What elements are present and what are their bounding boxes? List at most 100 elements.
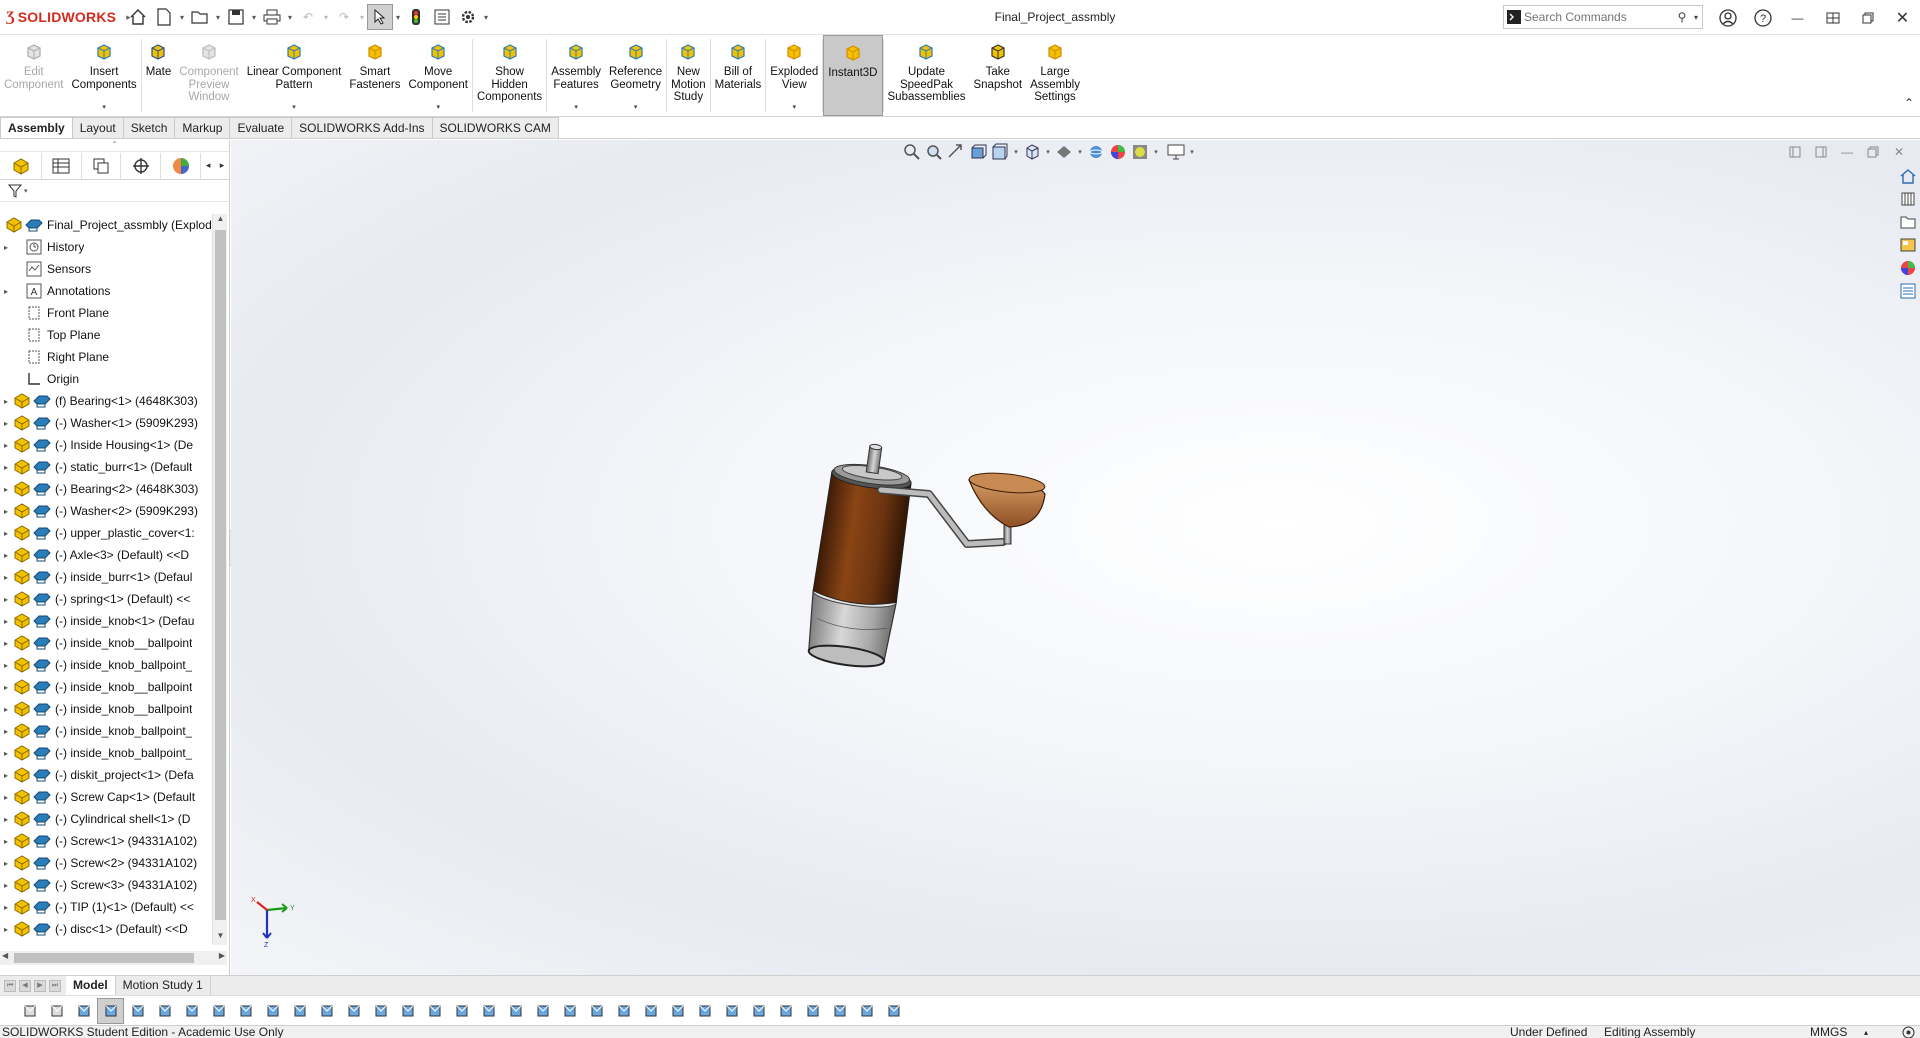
- expand-arrow-icon[interactable]: ▸: [0, 507, 12, 516]
- rebuild-icon[interactable]: [403, 4, 429, 30]
- chevron-down-icon[interactable]: ▾: [605, 102, 666, 115]
- bill-of-materials-button[interactable]: Bill of Materials: [711, 35, 766, 116]
- expand-arrow-icon[interactable]: ▸: [0, 639, 12, 648]
- hide-show-items-icon[interactable]: [1085, 141, 1107, 163]
- scroll-thumb[interactable]: [215, 230, 226, 920]
- chevron-down-icon[interactable]: ▾: [1187, 148, 1197, 156]
- dimxpert-manager-tab-icon[interactable]: [121, 152, 162, 179]
- tree-item[interactable]: Origin: [0, 368, 212, 390]
- tab-layout[interactable]: Layout: [71, 117, 124, 138]
- edit-component-button[interactable]: Edit Component: [0, 35, 67, 116]
- zoom-to-area-icon[interactable]: [923, 141, 945, 163]
- expand-arrow-icon[interactable]: ▸: [0, 727, 12, 736]
- filter-planes-icon[interactable]: [313, 998, 340, 1024]
- tree-item[interactable]: ▸ (-) Inside Housing<1> (De: [0, 434, 212, 456]
- help-icon[interactable]: ?: [1745, 0, 1780, 35]
- tab-sketch[interactable]: Sketch: [122, 117, 176, 138]
- select-dropdown-icon[interactable]: [124, 998, 151, 1024]
- filter-welds-icon[interactable]: [826, 998, 853, 1024]
- filter-vertices-icon[interactable]: [151, 998, 178, 1024]
- chevron-up-icon[interactable]: ▴: [1864, 1026, 1868, 1038]
- panel-grip[interactable]: ⌃: [0, 140, 229, 152]
- expand-arrow-icon[interactable]: ▸: [0, 595, 12, 604]
- expand-arrow-icon[interactable]: ▸: [0, 551, 12, 560]
- tree-item[interactable]: ▸ (-) TIP (1)<1> (Default) <<: [0, 896, 212, 918]
- expand-arrow-icon[interactable]: ▸: [0, 859, 12, 868]
- expand-arrow-icon[interactable]: ▸: [0, 705, 12, 714]
- restore-icon[interactable]: [1850, 0, 1885, 35]
- property-manager-tab-icon[interactable]: [42, 152, 82, 179]
- tree-item[interactable]: ▸ (-) spring<1> (Default) <<: [0, 588, 212, 610]
- clear-filters-icon[interactable]: [43, 998, 70, 1024]
- chevron-down-icon[interactable]: ▾: [547, 102, 605, 115]
- update-speedpak-subassemblies-button[interactable]: Update SpeedPak Subassemblies: [884, 35, 970, 116]
- chevron-down-icon[interactable]: ▾: [243, 102, 346, 115]
- filter-surfaces-icon[interactable]: [232, 998, 259, 1024]
- select-icon[interactable]: [367, 4, 393, 30]
- tree-item[interactable]: ▸ (-) Bearing<2> (4648K303): [0, 478, 212, 500]
- chevron-left-icon[interactable]: ◂: [201, 160, 215, 171]
- filter-datum-targets-icon[interactable]: [610, 998, 637, 1024]
- reference-geometry-button[interactable]: Reference Geometry ▾: [605, 35, 666, 116]
- tree-item[interactable]: ▸ (-) Screw<3> (94331A102): [0, 874, 212, 896]
- assembly-features-button[interactable]: Assembly Features ▾: [547, 35, 605, 116]
- custom-properties-icon[interactable]: [1896, 279, 1920, 302]
- chevron-down-icon[interactable]: ▾: [1151, 148, 1161, 156]
- expand-arrow-icon[interactable]: ▸: [0, 903, 12, 912]
- chevron-down-icon[interactable]: ▾: [177, 13, 187, 22]
- dynamic-annotation-icon[interactable]: [989, 141, 1011, 163]
- expand-arrow-icon[interactable]: ▸: [0, 771, 12, 780]
- instant3d-button[interactable]: Instant3D: [823, 35, 883, 116]
- smart-fasteners-button[interactable]: Smart Fasteners: [345, 35, 404, 116]
- tree-item[interactable]: ▸ (-) Screw Cap<1> (Default: [0, 786, 212, 808]
- expand-arrow-icon[interactable]: ▸: [0, 441, 12, 450]
- filter-toggle-icon[interactable]: [16, 998, 43, 1024]
- tree-item[interactable]: ▸ (-) Screw<2> (94331A102): [0, 852, 212, 874]
- filter-weld-symbols-icon[interactable]: [583, 998, 610, 1024]
- previous-tab-icon[interactable]: ◀: [19, 979, 31, 992]
- tab-assembly[interactable]: Assembly: [0, 117, 73, 138]
- new-motion-study-button[interactable]: New Motion Study: [667, 35, 710, 116]
- tree-horizontal-scrollbar[interactable]: ◀ ▶: [0, 951, 227, 965]
- insert-components-button[interactable]: Insert Components ▾: [67, 35, 140, 116]
- expand-arrow-icon[interactable]: ▸: [0, 683, 12, 692]
- tree-item[interactable]: ▸ (-) Washer<1> (5909K293): [0, 412, 212, 434]
- chevron-down-icon[interactable]: ▾: [481, 13, 491, 22]
- new-document-icon[interactable]: [151, 4, 177, 30]
- filter-blocks-icon[interactable]: [664, 998, 691, 1024]
- filter-sketch-points-icon[interactable]: [340, 998, 367, 1024]
- expand-arrow-icon[interactable]: ▸: [0, 749, 12, 758]
- filter-mates-icon[interactable]: [853, 998, 880, 1024]
- tree-vertical-scrollbar[interactable]: ▲ ▼: [212, 214, 227, 945]
- quick-tips-icon[interactable]: [1902, 1026, 1915, 1038]
- chevron-down-icon[interactable]: ▾: [357, 13, 367, 22]
- chevron-down-icon[interactable]: ▾: [213, 13, 223, 22]
- filter-connection-points-icon[interactable]: [718, 998, 745, 1024]
- tree-item[interactable]: ▸ (-) disc<1> (Default) <<D: [0, 918, 212, 940]
- account-icon[interactable]: [1710, 0, 1745, 35]
- select-pointer-icon[interactable]: [97, 997, 124, 1024]
- expand-arrow-icon[interactable]: ▸: [0, 397, 12, 406]
- tab-solidworks-add-ins[interactable]: SOLIDWORKS Add-Ins: [291, 117, 433, 138]
- tree-item[interactable]: ▸ (-) inside_knob_ballpoint_: [0, 742, 212, 764]
- search-commands[interactable]: ⚲ ▾: [1503, 5, 1703, 29]
- chevron-down-icon[interactable]: ▾: [24, 187, 28, 195]
- tree-item[interactable]: ▸ (-) inside_knob_ballpoint_: [0, 720, 212, 742]
- filter-midpoints-icon[interactable]: [394, 998, 421, 1024]
- chevron-down-icon[interactable]: ▾: [67, 102, 140, 115]
- expand-arrow-icon[interactable]: ▸: [0, 529, 12, 538]
- tab-solidworks-cam[interactable]: SOLIDWORKS CAM: [431, 117, 559, 138]
- filter-surface-finish-icon[interactable]: [502, 998, 529, 1024]
- exploded-view-button[interactable]: Exploded View ▾: [766, 35, 822, 116]
- filter-solids-icon[interactable]: [259, 998, 286, 1024]
- print-icon[interactable]: [259, 4, 285, 30]
- filter-axes-icon[interactable]: [286, 998, 313, 1024]
- filter-tables-icon[interactable]: [799, 998, 826, 1024]
- solidworks-logo[interactable]: Ʒ SOLIDWORKS ▸: [0, 0, 131, 35]
- graphics-area[interactable]: ▾ ▾ ▾ ▾ ▾ — ✕ Y Z X: [231, 140, 1920, 975]
- expand-arrow-icon[interactable]: ▸: [0, 925, 12, 934]
- filter-edges-icon[interactable]: [70, 998, 97, 1024]
- redo-icon[interactable]: ↷: [331, 4, 357, 30]
- chevron-down-icon[interactable]: ▾: [1690, 13, 1702, 22]
- collapse-ribbon-icon[interactable]: ⌃: [1904, 96, 1914, 110]
